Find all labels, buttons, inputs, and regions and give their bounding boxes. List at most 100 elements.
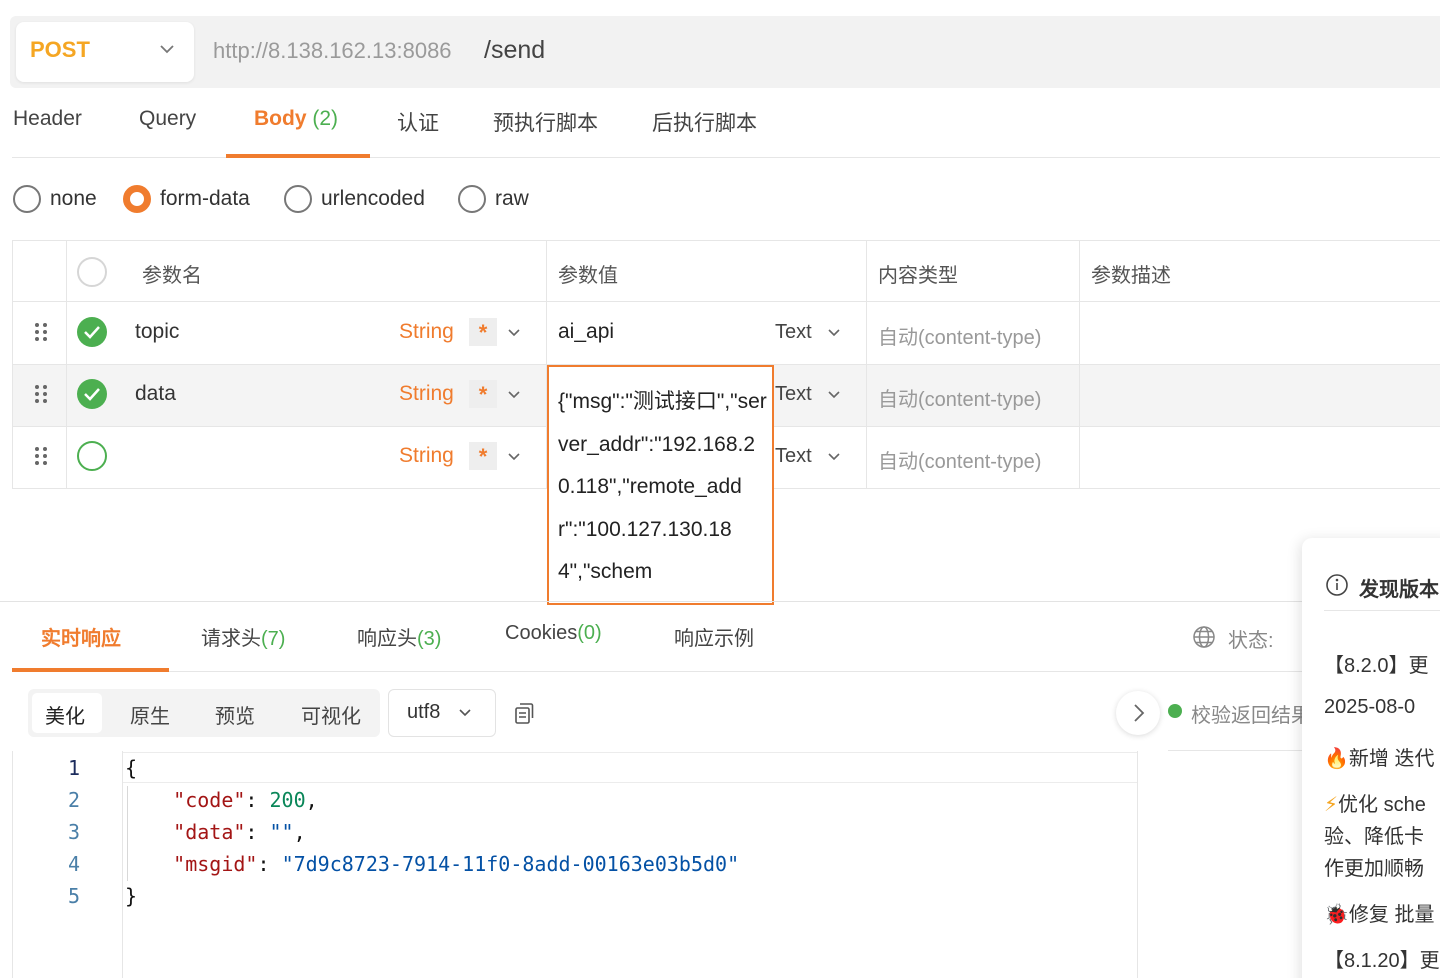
header-param-name: 参数名	[142, 265, 202, 287]
param-name[interactable]: data	[135, 382, 176, 406]
line-number: 1	[67, 756, 80, 780]
verify-divider	[1168, 750, 1308, 751]
view-mode-raw[interactable]: 原生	[130, 700, 170, 729]
content-type-field[interactable]: 自动(content-type)	[878, 383, 1041, 412]
tab-live-response[interactable]: 实时响应	[41, 622, 121, 651]
param-value[interactable]: ai_api	[558, 320, 614, 344]
drag-handle-icon[interactable]	[34, 446, 48, 466]
update-line: 作更加顺畅	[1324, 858, 1424, 880]
gutter-divider	[122, 751, 123, 978]
row-checkbox[interactable]	[77, 317, 107, 347]
chevron-down-icon[interactable]	[457, 705, 473, 721]
radio-raw[interactable]	[458, 185, 486, 213]
check-icon	[84, 388, 100, 401]
col-divider	[1079, 240, 1080, 489]
view-mode-pretty[interactable]: 美化	[45, 700, 85, 729]
select-all-checkbox[interactable]	[77, 257, 107, 287]
drag-handle-icon[interactable]	[34, 322, 48, 342]
param-value-editor[interactable]: {"msg":"测试接口","server_addr":"192.168.20.…	[547, 365, 774, 605]
tab-pre-script[interactable]: 预执行脚本	[493, 107, 598, 137]
check-icon	[84, 326, 100, 339]
tab-response-examples[interactable]: 响应示例	[674, 622, 754, 651]
status-dot	[1168, 704, 1182, 718]
info-icon	[1326, 574, 1348, 596]
update-divider	[1324, 610, 1440, 611]
update-line: 🔥新增 迭代	[1324, 748, 1435, 770]
radio-none[interactable]	[13, 185, 41, 213]
header-param-value: 参数值	[558, 265, 618, 287]
radio-form-data[interactable]	[123, 185, 151, 213]
method-label: POST	[30, 37, 90, 62]
param-type[interactable]: String	[399, 382, 454, 406]
tab-response-headers[interactable]: 响应头(3)	[357, 622, 441, 651]
line-number: 5	[67, 884, 80, 908]
globe-icon[interactable]	[1192, 625, 1216, 649]
response-tabs-divider	[12, 671, 1302, 672]
chevron-down-icon[interactable]	[826, 325, 842, 341]
status-label: 状态:	[1228, 630, 1274, 652]
current-line-highlight	[123, 752, 1137, 783]
required-toggle[interactable]: *	[469, 442, 497, 470]
header-description: 参数描述	[1091, 265, 1171, 287]
update-title: 发现版本	[1359, 579, 1439, 601]
radio-label-form-data[interactable]: form-data	[160, 187, 250, 211]
row-checkbox[interactable]	[77, 379, 107, 409]
copy-icon[interactable]	[512, 701, 536, 725]
header-content-type: 内容类型	[878, 265, 958, 287]
encoding-select[interactable]	[388, 689, 496, 737]
value-type-select[interactable]: Text	[775, 445, 812, 468]
bug-icon: 🐞	[1324, 904, 1349, 926]
tab-auth[interactable]: 认证	[397, 107, 439, 137]
row-checkbox[interactable]	[77, 441, 107, 471]
update-notification-panel: 发现版本 【8.2.0】更 2025-08-0 🔥新增 迭代 ⚡优化 sche …	[1302, 538, 1440, 978]
required-toggle[interactable]: *	[469, 380, 497, 408]
view-mode-preview[interactable]: 预览	[215, 700, 255, 729]
tab-header[interactable]: Header	[13, 107, 82, 131]
value-type-select[interactable]: Text	[775, 383, 812, 406]
line-number: 4	[67, 852, 80, 876]
line-number: 2	[67, 788, 80, 812]
fire-icon: 🔥	[1324, 748, 1349, 770]
lightning-icon: ⚡	[1324, 794, 1339, 816]
tab-body[interactable]: Body (2)	[254, 107, 338, 131]
radio-label-none[interactable]: none	[50, 187, 97, 211]
value-type-select[interactable]: Text	[775, 321, 812, 344]
tab-request-headers[interactable]: 请求头(7)	[201, 622, 285, 651]
param-type[interactable]: String	[399, 320, 454, 344]
col-divider	[66, 240, 67, 489]
update-line: 验、降低卡	[1324, 826, 1424, 848]
update-line: ⚡优化 sche	[1324, 794, 1426, 816]
chevron-down-icon[interactable]	[506, 325, 522, 341]
line-number: 3	[67, 820, 80, 844]
code-line: "data": "",	[173, 820, 306, 844]
verify-result-label[interactable]: 校验返回结果	[1191, 699, 1311, 728]
param-type[interactable]: String	[399, 444, 454, 468]
param-value-text[interactable]: {"msg":"测试接口","server_addr":"192.168.20.…	[558, 381, 768, 594]
collapse-panel-button[interactable]	[1116, 691, 1160, 735]
code-line: "code": 200,	[173, 788, 318, 812]
radio-label-raw[interactable]: raw	[495, 187, 529, 211]
required-toggle[interactable]: *	[469, 318, 497, 346]
chevron-down-icon[interactable]	[506, 387, 522, 403]
code-line: "msgid": "7d9c8723-7914-11f0-8add-00163e…	[173, 852, 740, 876]
chevron-down-icon[interactable]	[506, 449, 522, 465]
response-divider	[0, 601, 1440, 602]
chevron-down-icon[interactable]	[826, 387, 842, 403]
url-path-input[interactable]: /send	[484, 36, 545, 65]
encoding-label: utf8	[407, 701, 441, 723]
update-line: 🐞修复 批量	[1324, 904, 1435, 926]
drag-handle-icon[interactable]	[34, 384, 48, 404]
param-name[interactable]: topic	[135, 320, 179, 344]
tab-post-script[interactable]: 后执行脚本	[652, 107, 757, 137]
tab-query[interactable]: Query	[139, 107, 196, 131]
tab-cookies[interactable]: Cookies(0)	[505, 622, 602, 645]
content-type-field[interactable]: 自动(content-type)	[878, 445, 1041, 474]
content-type-field[interactable]: 自动(content-type)	[878, 321, 1041, 350]
view-mode-visualize[interactable]: 可视化	[301, 700, 361, 729]
update-line: 【8.1.20】更	[1324, 950, 1440, 972]
radio-urlencoded[interactable]	[284, 185, 312, 213]
url-host[interactable]: http://8.138.162.13:8086	[213, 38, 452, 64]
radio-label-urlencoded[interactable]: urlencoded	[321, 187, 425, 211]
chevron-down-icon[interactable]	[826, 449, 842, 465]
chevron-down-icon[interactable]	[158, 40, 176, 58]
